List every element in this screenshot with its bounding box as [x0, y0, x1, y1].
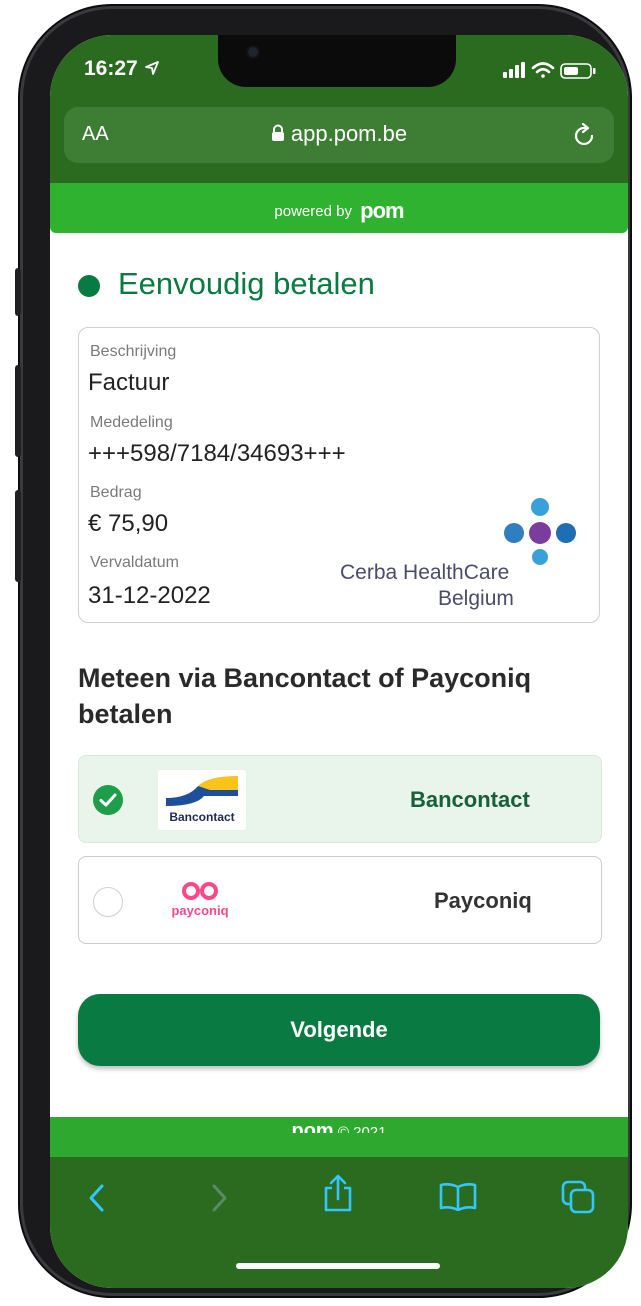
description-label: Beschrijving — [90, 343, 177, 360]
status-time-text: 16:27 — [84, 57, 138, 80]
communication-label: Mededeling — [90, 414, 173, 431]
due-date-label: Vervaldatum — [90, 554, 179, 571]
cerba-logo-icon — [504, 498, 576, 565]
description-value: Factuur — [88, 369, 170, 396]
url-text: app.pom.be — [290, 121, 408, 146]
lock-icon — [271, 124, 284, 141]
tabs-icon[interactable] — [560, 1179, 596, 1215]
payconiq-label: Payconiq — [434, 888, 532, 913]
powered-by-text: powered by pom — [50, 198, 628, 224]
bookmarks-icon[interactable] — [438, 1181, 478, 1211]
notch — [218, 35, 456, 87]
page-title: Eenvoudig betalen — [118, 266, 375, 301]
wifi-icon — [531, 62, 555, 78]
front-camera — [248, 47, 258, 57]
bancontact-logo-text: Bancontact — [169, 810, 235, 824]
payconiq-mark-icon — [182, 882, 218, 900]
communication-value: +++598/7184/34693+++ — [88, 440, 346, 467]
home-indicator[interactable] — [236, 1263, 440, 1269]
share-icon[interactable] — [322, 1173, 354, 1213]
volume-up-button — [15, 365, 21, 457]
next-button[interactable]: Volgende — [78, 994, 600, 1066]
due-date-value: 31-12-2022 — [88, 582, 211, 609]
battery-icon — [560, 63, 596, 79]
amount-label: Bedrag — [90, 484, 142, 501]
reload-icon[interactable] — [572, 123, 598, 149]
status-time: 16:27 — [84, 57, 160, 81]
phone-screen: 16:27 AA app.pom.be powered by pom Eenvo… — [50, 35, 628, 1288]
title-bullet — [78, 275, 100, 297]
status-icons — [503, 62, 596, 79]
footer-pom-logo: pom — [291, 1120, 334, 1133]
bancontact-label: Bancontact — [410, 787, 530, 812]
check-circle-icon[interactable] — [93, 785, 123, 815]
mute-switch — [15, 268, 21, 316]
url-display[interactable]: app.pom.be — [50, 121, 628, 147]
radio-unselected-icon[interactable] — [93, 887, 123, 917]
payconiq-logo-text: payconiq — [171, 903, 229, 918]
volume-down-button — [15, 490, 21, 582]
pom-logo: pom — [360, 198, 404, 223]
location-arrow-icon — [144, 61, 159, 75]
signal-icon — [503, 62, 525, 78]
merchant-name: Cerba HealthCare — [340, 561, 510, 584]
amount-value: € 75,90 — [88, 510, 169, 537]
forward-icon[interactable] — [208, 1183, 230, 1213]
merchant-country: Belgium — [438, 587, 514, 610]
bancontact-mark-icon — [166, 776, 238, 806]
payment-heading: Meteen via Bancontact of Payconiq betale… — [78, 663, 532, 729]
footer-text: pom © 2021 — [50, 1115, 628, 1133]
footer-copyright: © 2021 — [337, 1124, 387, 1133]
bancontact-logo: Bancontact — [158, 770, 246, 830]
back-icon[interactable] — [86, 1183, 108, 1213]
powered-by-label: powered by — [274, 203, 352, 220]
